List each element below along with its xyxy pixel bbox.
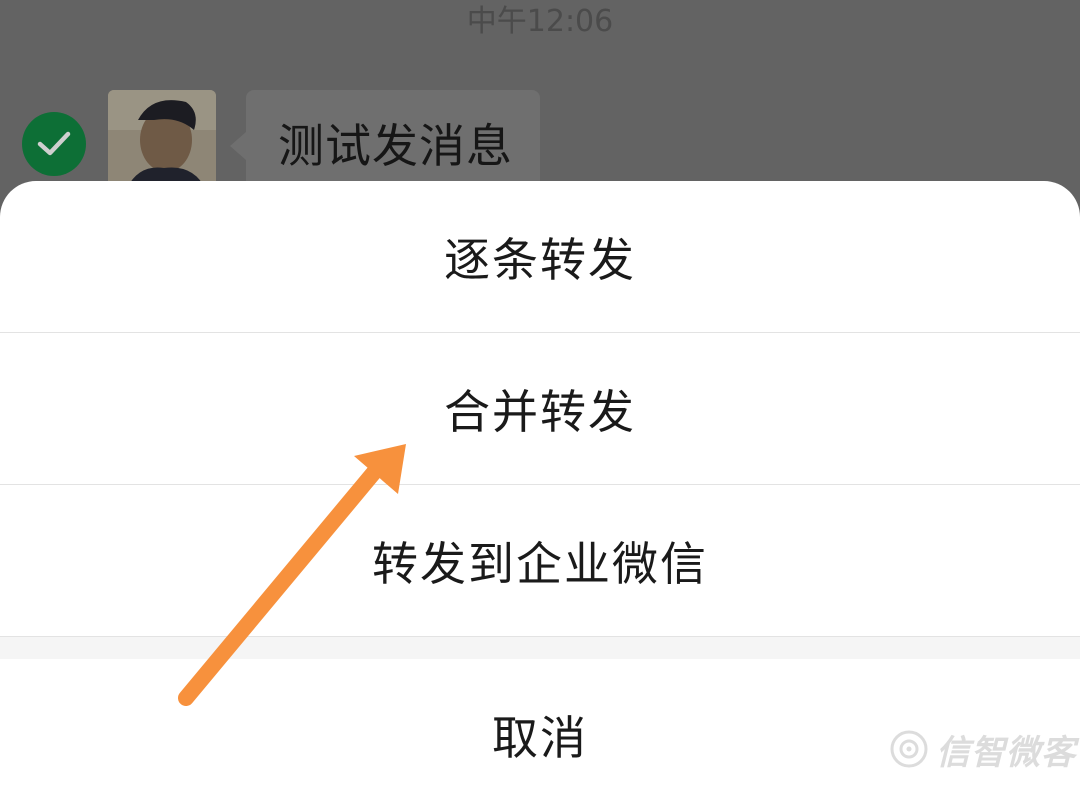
watermark-logo-icon (890, 730, 928, 768)
message-bubble-tail (230, 132, 246, 160)
chat-screen: 中午12:06 测试发消息 逐条转发 合并转发 转发到企业微信 取消 信智微客 (0, 0, 1080, 810)
watermark-text: 信智微客 (936, 732, 1076, 773)
checkmark-icon (37, 131, 71, 156)
option-forward-one-by-one[interactable]: 逐条转发 (0, 181, 1080, 332)
message-select-checkbox[interactable] (22, 112, 86, 176)
avatar[interactable] (108, 90, 216, 190)
message-text: 测试发消息 (278, 119, 513, 173)
option-combine-and-forward[interactable]: 合并转发 (0, 333, 1080, 484)
option-forward-to-wecom[interactable]: 转发到企业微信 (0, 485, 1080, 636)
watermark: 信智微客 (888, 724, 1076, 774)
section-gap (0, 637, 1080, 659)
forward-action-sheet: 逐条转发 合并转发 转发到企业微信 取消 (0, 181, 1080, 810)
avatar-photo (108, 90, 216, 190)
message-timestamp: 中午12:06 (466, 4, 614, 39)
